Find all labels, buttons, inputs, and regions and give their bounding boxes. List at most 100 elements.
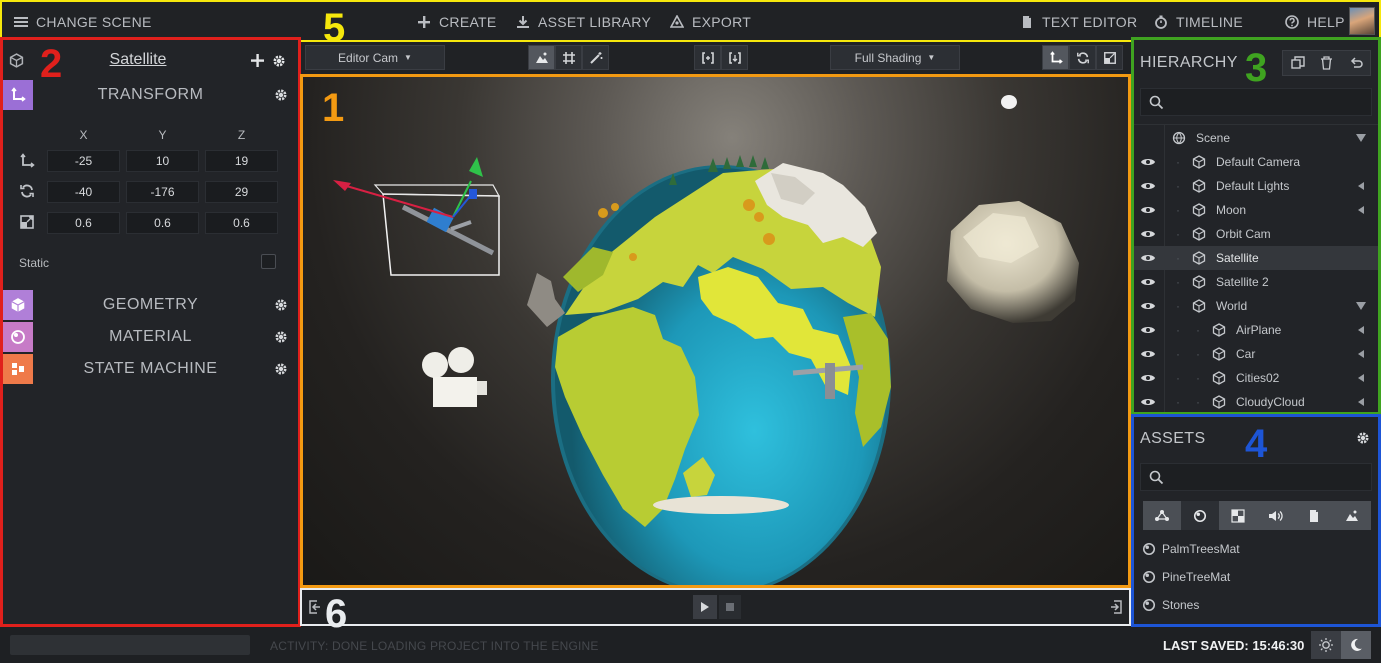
asset-item-stones[interactable]: Stones xyxy=(1142,595,1372,615)
position-y-field[interactable]: 10 xyxy=(126,150,199,172)
visibility-eye-icon[interactable] xyxy=(1140,252,1156,264)
change-scene-button[interactable]: CHANGE SCENE xyxy=(14,2,152,42)
delete-entity-button[interactable] xyxy=(1312,51,1341,75)
export-button[interactable]: EXPORT xyxy=(670,2,751,42)
undo-button[interactable] xyxy=(1341,51,1370,75)
scale-x-field[interactable]: 0.6 xyxy=(47,212,120,234)
timeline-button[interactable]: TIMELINE xyxy=(1154,2,1243,42)
frame-all-button[interactable] xyxy=(721,45,748,70)
visibility-eye-icon[interactable] xyxy=(1140,204,1156,216)
play-button[interactable] xyxy=(693,595,717,619)
focus-selection-button[interactable] xyxy=(694,45,721,70)
expand-left-triangle-icon[interactable] xyxy=(1358,374,1364,382)
scale-z-field[interactable]: 0.6 xyxy=(205,212,278,234)
help-circle-icon xyxy=(1285,15,1299,29)
asset-library-button[interactable]: ASSET LIBRARY xyxy=(516,2,651,42)
position-x-field[interactable]: -25 xyxy=(47,150,120,172)
visibility-eye-icon[interactable] xyxy=(1140,396,1156,408)
help-button[interactable]: HELP xyxy=(1285,2,1345,42)
asset-filter-materials-tab[interactable] xyxy=(1181,501,1219,530)
hierarchy-item-world[interactable]: · World xyxy=(1134,294,1378,318)
visibility-eye-icon[interactable] xyxy=(1140,156,1156,168)
hierarchy-item-satellite-2[interactable]: · Satellite 2 xyxy=(1134,270,1378,294)
asset-filter-meshes-tab[interactable] xyxy=(1143,501,1181,530)
hierarchy-item-satellite[interactable]: · Satellite xyxy=(1134,246,1378,270)
state-machine-title: STATE MACHINE xyxy=(83,360,218,377)
visibility-eye-icon[interactable] xyxy=(1140,300,1156,312)
collapse-right-panel-icon[interactable] xyxy=(1109,599,1123,615)
light-theme-button[interactable] xyxy=(1311,631,1341,659)
assets-search-input[interactable] xyxy=(1140,463,1372,491)
moon-sphere[interactable] xyxy=(947,201,1079,323)
rotation-y-field[interactable]: -176 xyxy=(126,181,199,203)
geometry-gear-icon[interactable] xyxy=(274,298,288,312)
visibility-eye-icon[interactable] xyxy=(1140,228,1156,240)
state-machine-section-header[interactable]: STATE MACHINE xyxy=(3,354,298,384)
expand-down-triangle-icon[interactable] xyxy=(1356,302,1366,310)
static-checkbox[interactable] xyxy=(261,254,276,269)
landscape-toggle-button[interactable] xyxy=(528,45,555,70)
user-avatar[interactable] xyxy=(1349,7,1375,35)
asset-filter-images-tab[interactable] xyxy=(1333,501,1371,530)
hierarchy-item-label: Scene xyxy=(1196,131,1231,145)
assets-settings-gear-icon[interactable] xyxy=(1356,431,1370,445)
expand-down-triangle-icon[interactable] xyxy=(1356,134,1366,142)
orbit-camera-object[interactable] xyxy=(422,347,487,407)
material-section-header[interactable]: MATERIAL xyxy=(3,322,298,352)
hierarchy-item-default-camera[interactable]: · Default Camera xyxy=(1134,150,1378,174)
scale-y-field[interactable]: 0.6 xyxy=(126,212,199,234)
hierarchy-item-car[interactable]: · · Car xyxy=(1134,342,1378,366)
transform-gear-icon[interactable] xyxy=(274,88,288,102)
expand-left-triangle-icon[interactable] xyxy=(1358,326,1364,334)
create-button[interactable]: CREATE xyxy=(417,2,497,42)
stop-button[interactable] xyxy=(719,595,741,619)
rotation-x-field[interactable]: -40 xyxy=(47,181,120,203)
hierarchy-item-moon[interactable]: · Moon xyxy=(1134,198,1378,222)
hierarchy-item-orbit-cam[interactable]: · Orbit Cam xyxy=(1134,222,1378,246)
expand-left-triangle-icon[interactable] xyxy=(1358,398,1364,406)
scale-tool-button[interactable] xyxy=(1096,45,1123,70)
asset-filter-scripts-tab[interactable] xyxy=(1295,501,1333,530)
visibility-eye-icon[interactable] xyxy=(1140,276,1156,288)
hierarchy-item-scene[interactable]: Scene xyxy=(1134,126,1378,150)
hierarchy-item-cloudycloud[interactable]: · · CloudyCloud xyxy=(1134,390,1378,412)
hierarchy-search-input[interactable] xyxy=(1140,88,1372,116)
landscape-icon xyxy=(535,52,548,63)
entity-name-title[interactable]: Satellite xyxy=(83,51,193,69)
visibility-eye-icon[interactable] xyxy=(1140,372,1156,384)
position-z-field[interactable]: 19 xyxy=(205,150,278,172)
satellite-object[interactable] xyxy=(333,157,501,276)
add-component-icon[interactable] xyxy=(251,54,264,67)
duplicate-entity-button[interactable] xyxy=(1283,51,1312,75)
shading-dropdown[interactable]: Full Shading ▼ xyxy=(830,45,960,70)
asset-item-pinetreemat[interactable]: PineTreeMat xyxy=(1142,567,1372,587)
text-editor-button[interactable]: TEXT EDITOR xyxy=(1020,2,1137,42)
asset-item-palmtreesmat[interactable]: PalmTreesMat xyxy=(1142,539,1372,559)
dark-theme-button[interactable] xyxy=(1341,631,1371,659)
entity-settings-gear-icon[interactable] xyxy=(272,54,286,68)
visibility-eye-icon[interactable] xyxy=(1140,180,1156,192)
asset-filter-audio-tab[interactable] xyxy=(1257,501,1295,530)
translate-tool-button[interactable] xyxy=(1042,45,1069,70)
rotation-z-field[interactable]: 29 xyxy=(205,181,278,203)
material-gear-icon[interactable] xyxy=(274,330,288,344)
rotate-tool-button[interactable] xyxy=(1069,45,1096,70)
visibility-eye-icon[interactable] xyxy=(1140,348,1156,360)
search-icon xyxy=(1149,95,1164,110)
state-machine-gear-icon[interactable] xyxy=(274,362,288,376)
scene-render[interactable] xyxy=(303,77,1128,585)
expand-left-triangle-icon[interactable] xyxy=(1358,350,1364,358)
sun-sphere[interactable] xyxy=(1001,95,1017,109)
expand-left-triangle-icon[interactable] xyxy=(1358,206,1364,214)
collapse-left-panel-icon[interactable] xyxy=(308,599,322,615)
scene-viewport[interactable] xyxy=(300,74,1131,588)
expand-left-triangle-icon[interactable] xyxy=(1358,182,1364,190)
geometry-section-header[interactable]: GEOMETRY xyxy=(3,290,298,320)
grid-toggle-button[interactable] xyxy=(555,45,582,70)
hierarchy-item-cities02[interactable]: · · Cities02 xyxy=(1134,366,1378,390)
asset-filter-textures-tab[interactable] xyxy=(1219,501,1257,530)
visibility-eye-icon[interactable] xyxy=(1140,324,1156,336)
hierarchy-item-airplane[interactable]: · · AirPlane xyxy=(1134,318,1378,342)
effects-toggle-button[interactable] xyxy=(582,45,609,70)
hierarchy-item-default-lights[interactable]: · Default Lights xyxy=(1134,174,1378,198)
